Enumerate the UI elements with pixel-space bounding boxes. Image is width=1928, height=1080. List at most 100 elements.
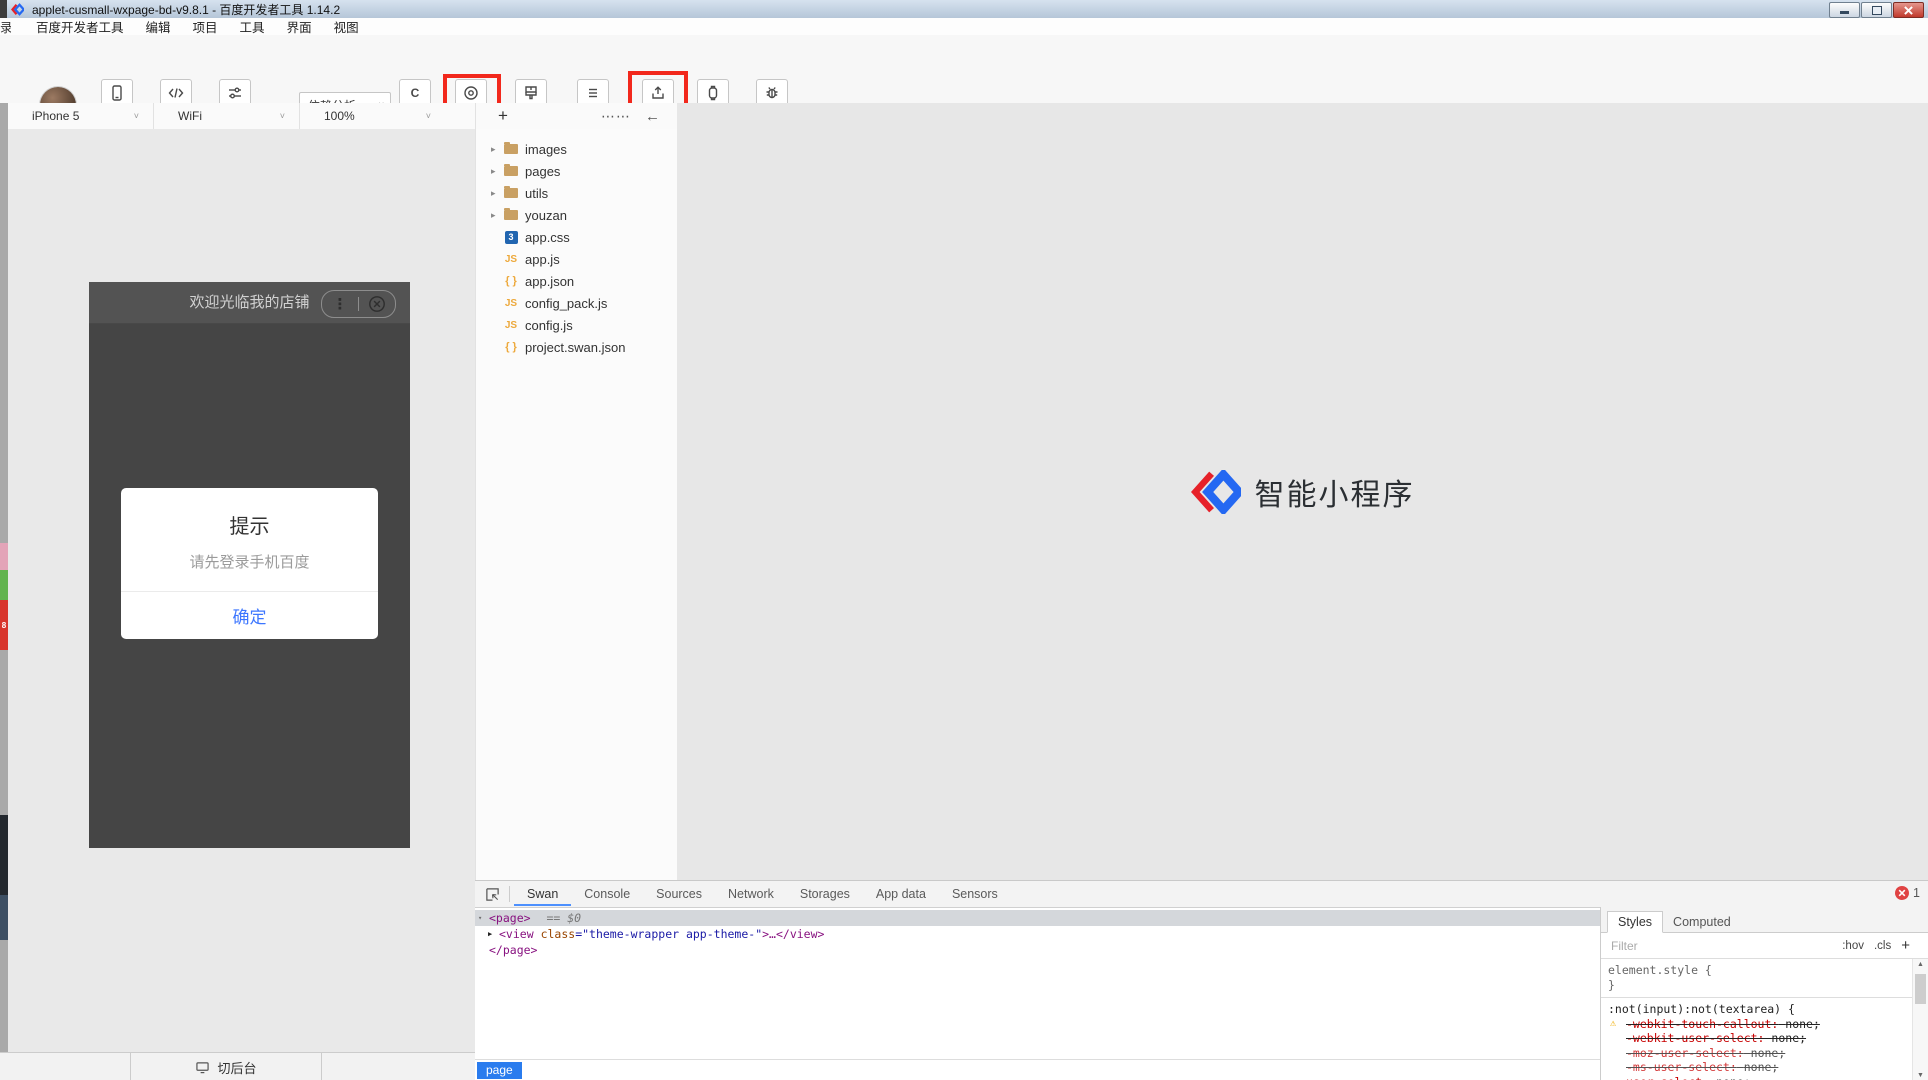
scroll-down-icon[interactable]: ▼ (1913, 1072, 1928, 1079)
tabbar-divider (509, 886, 510, 902)
breadcrumb-page[interactable]: page (477, 1062, 522, 1079)
class-toggle[interactable]: .cls (1874, 940, 1891, 952)
network-select[interactable]: WiFi ˅ (154, 103, 300, 129)
style-property-row[interactable]: ⚠ -webkit-touch-callout: none; (1608, 1017, 1913, 1032)
tab-sources[interactable]: Sources (643, 882, 715, 906)
element-style-rule[interactable]: element.style { } (1601, 959, 1913, 998)
style-property-row[interactable]: -moz-user-select: none; (1608, 1046, 1913, 1061)
zoom-select[interactable]: 100% ˅ (300, 103, 445, 129)
js-file-icon: JS (505, 320, 517, 331)
window-title: applet-cusmall-wxpage-bd-v9.8.1 - 百度开发者工… (32, 1, 340, 18)
code-icon (167, 84, 185, 102)
menu-tools[interactable]: 工具 (229, 17, 276, 36)
scrollbar-thumb[interactable] (1915, 974, 1926, 1004)
menu-project[interactable]: 项目 (182, 17, 229, 36)
tree-item-file[interactable]: 3 app.css (476, 226, 678, 248)
tab-computed[interactable]: Computed (1663, 912, 1741, 932)
devtools-tabbar: Swan Console Sources Network Storages Ap… (475, 881, 1928, 908)
menu-app[interactable]: 百度开发者工具 (25, 17, 135, 36)
tree-item-folder[interactable]: ▸ pages (476, 160, 678, 182)
chevron-down-icon: ˅ (134, 111, 139, 121)
close-circle-icon[interactable] (359, 295, 395, 313)
expand-arrow-icon[interactable]: ▾ (478, 910, 482, 926)
menu-view[interactable]: 视图 (323, 17, 370, 36)
elements-tree: ▾ <page> == $0 ▶ <view class="theme-wrap… (475, 908, 1600, 1059)
rule-selector: :not(input):not(textarea) { (1608, 1002, 1913, 1017)
sliver-fragment: 8 (0, 600, 8, 650)
devtools-panel: Swan Console Sources Network Storages Ap… (475, 880, 1928, 1080)
folder-icon (504, 166, 518, 176)
folder-icon (504, 210, 518, 220)
tree-item-file[interactable]: { } project.swan.json (476, 336, 678, 358)
element-row-page-open[interactable]: ▾ <page> == $0 (475, 910, 1600, 926)
css-file-icon: 3 (505, 231, 518, 244)
sliver-fragment (0, 570, 8, 600)
dialog-confirm-button[interactable]: 确定 (233, 603, 267, 628)
pseudo-hover-toggle[interactable]: :hov (1842, 940, 1864, 952)
style-property-row[interactable]: user-select: none; (1608, 1075, 1913, 1080)
scroll-up-icon[interactable]: ▲ (1913, 961, 1928, 968)
add-file-button[interactable]: + (498, 106, 508, 126)
tree-item-folder[interactable]: ▸ youzan (476, 204, 678, 226)
watch-device-icon (704, 84, 722, 102)
styles-scrollbar[interactable]: ▲ ▼ (1912, 959, 1928, 1080)
collapse-panel-button[interactable]: ← (645, 108, 660, 125)
menubar: 录 百度开发者工具 编辑 项目 工具 界面 视图 (0, 18, 1928, 35)
json-file-icon: { } (505, 275, 517, 287)
monitor-icon (195, 1061, 210, 1074)
disclosure-arrow-icon[interactable]: ▸ (491, 166, 503, 177)
menu-interface[interactable]: 界面 (276, 17, 323, 36)
styles-tabbar: Styles Computed (1601, 907, 1928, 933)
tab-sensors[interactable]: Sensors (939, 882, 1011, 906)
tree-item-file[interactable]: JS config.js (476, 314, 678, 336)
tab-storages[interactable]: Storages (787, 882, 863, 906)
tree-item-folder[interactable]: ▸ images (476, 138, 678, 160)
error-counter[interactable]: 1 (1895, 886, 1920, 900)
tab-app-data[interactable]: App data (863, 882, 939, 906)
style-property-row[interactable]: -ms-user-select: none; (1608, 1060, 1913, 1075)
style-property-row[interactable]: -webkit-user-select: none; (1608, 1031, 1913, 1046)
smart-program-logo-icon (1191, 470, 1241, 514)
simulator-panel: 欢迎光临我的店铺 ⋮ 提示 请先登录手机百度 确定 (8, 129, 475, 1052)
list-icon (584, 84, 602, 102)
selector-rule[interactable]: :not(input):not(textarea) { ⚠ -webkit-to… (1601, 998, 1913, 1080)
folder-icon (504, 144, 518, 154)
bug-icon (763, 84, 781, 102)
styles-filter-input[interactable] (1609, 938, 1842, 954)
dialog-message: 请先登录手机百度 (121, 551, 378, 572)
tree-item-file[interactable]: { } app.json (476, 270, 678, 292)
inspect-element-icon[interactable] (485, 887, 500, 902)
edge-fragment-top (0, 0, 7, 18)
background-switch-button[interactable]: 切后台 (130, 1053, 322, 1080)
disclosure-arrow-icon[interactable]: ▸ (491, 188, 503, 199)
minimize-button[interactable] (1829, 2, 1860, 18)
element-row-page-close[interactable]: </page> (475, 942, 1600, 958)
brand-text: 智能小程序 (1255, 470, 1415, 514)
disclosure-arrow-icon[interactable]: ▸ (491, 210, 503, 221)
tree-item-file[interactable]: JS app.js (476, 248, 678, 270)
folder-icon (504, 188, 518, 198)
app-window: applet-cusmall-wxpage-bd-v9.8.1 - 百度开发者工… (0, 0, 1928, 1080)
tab-swan[interactable]: Swan (514, 882, 571, 906)
more-options-button[interactable]: ⋯⋯ (601, 108, 631, 125)
toolbar: 模拟器 编辑器 调试器 依赖分析 ˅ C 编译 预览 清缓存 (0, 35, 1928, 104)
element-row-view[interactable]: ▶ <view class="theme-wrapper app-theme-"… (475, 926, 1600, 942)
background-window-sliver: 8 (0, 103, 8, 1052)
error-icon (1895, 886, 1909, 900)
expand-arrow-icon[interactable]: ▶ (488, 926, 492, 942)
maximize-button[interactable] (1861, 2, 1892, 18)
tab-styles[interactable]: Styles (1607, 911, 1663, 933)
simulator-footer: 切后台 (0, 1052, 475, 1080)
device-select[interactable]: iPhone 5 ˅ (8, 103, 154, 129)
new-style-rule-button[interactable]: + (1901, 937, 1910, 954)
disclosure-arrow-icon[interactable]: ▸ (491, 144, 503, 155)
tree-item-folder[interactable]: ▸ utils (476, 182, 678, 204)
tree-item-file[interactable]: JS config_pack.js (476, 292, 678, 314)
menu-edit[interactable]: 编辑 (135, 17, 182, 36)
elements-breadcrumb-bar: page (475, 1059, 1600, 1080)
tab-console[interactable]: Console (571, 882, 643, 906)
menu-dots-icon[interactable]: ⋮ (322, 295, 358, 313)
close-button[interactable] (1893, 2, 1924, 18)
file-tree-panel: ▸ images ▸ pages ▸ utils ▸ youzan 3 app.… (475, 129, 679, 880)
tab-network[interactable]: Network (715, 882, 787, 906)
